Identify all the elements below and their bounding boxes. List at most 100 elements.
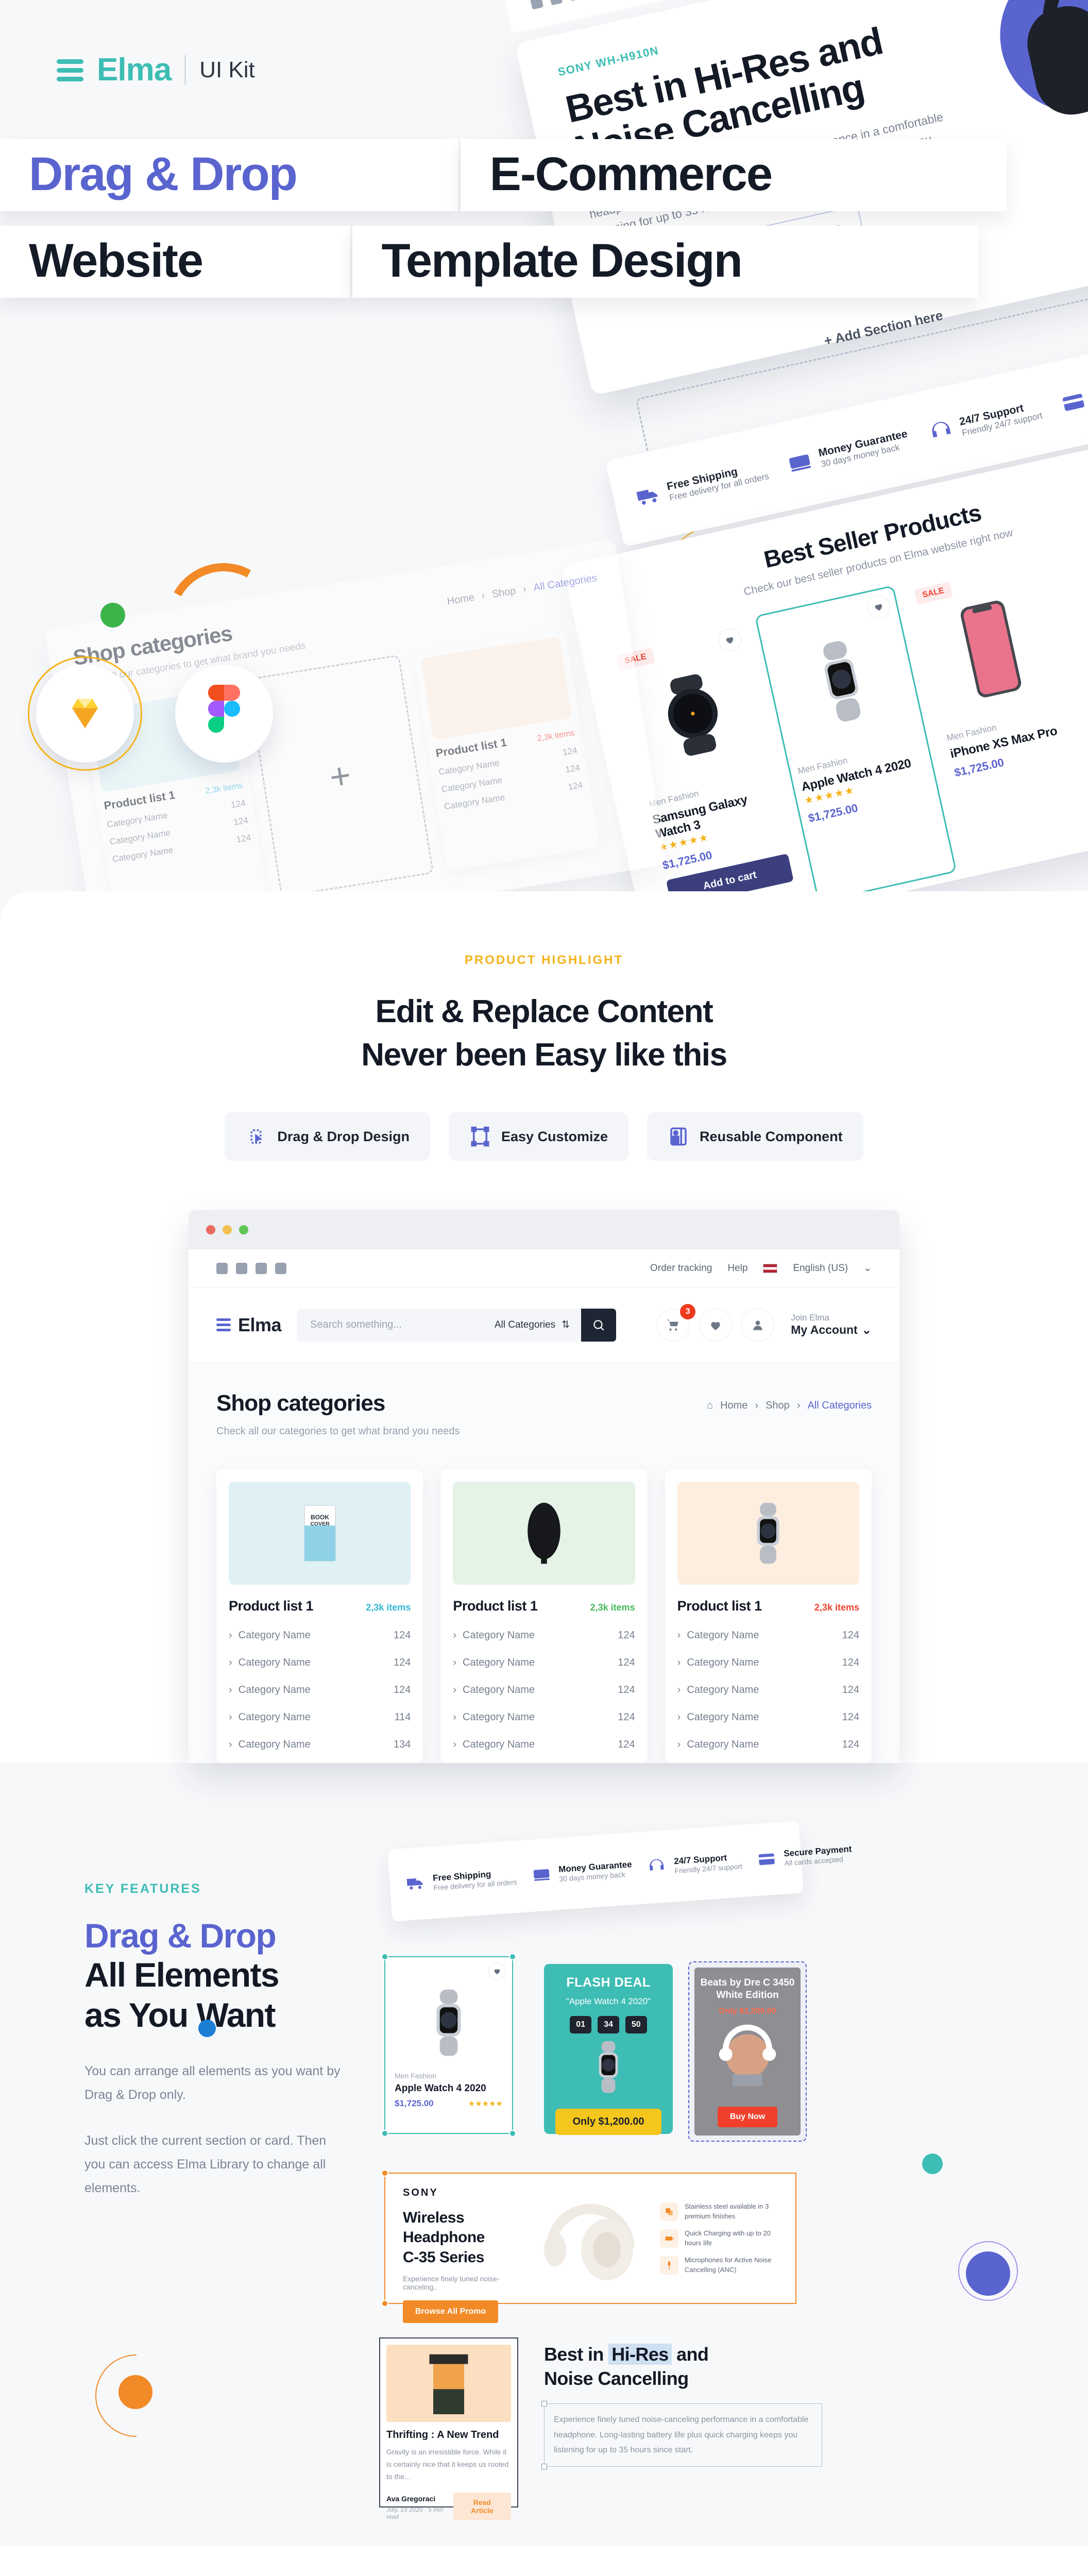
category-row[interactable]: › Category Name 124 [229,1684,411,1696]
hero-title-line-3: Website [0,226,350,298]
beats-model-image [719,2024,776,2086]
countdown-timer: 01 34 50 [555,2016,661,2034]
breadcrumb-home[interactable]: Home [446,591,475,607]
order-tracking-link[interactable]: Order tracking [650,1263,712,1274]
category-card[interactable]: Product list 1 2,3k items › Category Name… [440,1469,648,1764]
hires-paragraph-box[interactable]: Experience finely tuned noise-canceling … [541,2400,822,2469]
category-row[interactable]: › Category Name 124 [453,1657,635,1669]
category-row-label[interactable]: Category Name [438,758,500,777]
category-row[interactable]: › Category Name 124 [453,1630,635,1641]
wishlist-heart-icon[interactable] [488,1962,506,1980]
category-row[interactable]: › Category Name 124 [229,1630,411,1641]
category-count: 124 [842,1711,859,1723]
chevron-right-icon: › [453,1630,456,1641]
breadcrumb-shop[interactable]: Shop [766,1400,790,1412]
service-support: 24/7 Support Friendly 24/7 support [927,398,1043,446]
sony-feature: Stainless steel available in 3 premium f… [660,2202,778,2222]
category-row[interactable]: › Category Name 124 [677,1711,859,1723]
chevron-right-icon: › [677,1657,681,1669]
category-row-label[interactable]: Category Name [109,827,171,847]
category-row-label[interactable]: Category Name [440,775,503,794]
browse-all-promo-button[interactable]: Browse All Promo [403,2300,499,2323]
pill-easy-customize[interactable]: Easy Customize [448,1112,629,1161]
category-card[interactable]: Product list 1 2,3k items › Category Name… [665,1469,872,1764]
category-row-label[interactable]: Category Name [106,810,168,830]
search-button[interactable] [581,1308,617,1342]
category-row[interactable]: › Category Name 124 [677,1739,859,1751]
hamburger-icon[interactable] [57,59,83,81]
instagram-icon[interactable] [275,1262,286,1274]
card-items-count: 2,3k items [590,1602,635,1613]
category-row[interactable]: › Category Name 124 [453,1684,635,1696]
beats-promo-card[interactable]: Beats by Dre C 3450 White Edition Only $… [688,1961,807,2142]
headset-icon [647,1857,667,1877]
shopcat-card[interactable]: Product list 1 2,3k items Category Name 1… [412,628,600,872]
browser-logo[interactable]: Elma [216,1314,282,1336]
search-input[interactable]: Search something... [297,1308,483,1342]
youtube-icon[interactable] [256,1262,267,1274]
component-icon [670,1127,687,1146]
blog-thumbnail [386,2345,511,2422]
brand-name: Elma [97,52,172,88]
category-row[interactable]: › Category Name 124 [677,1684,859,1696]
decor-green-dot [100,603,125,628]
youtube-icon[interactable] [568,0,582,2]
help-link[interactable]: Help [727,1263,747,1274]
add-card-placeholder[interactable]: + [246,654,434,898]
category-select[interactable]: All Categories ⇅ [483,1308,582,1342]
flash-deal-image [555,2033,661,2100]
close-icon[interactable] [206,1225,215,1235]
pill-drag-drop-design[interactable]: Drag & Drop Design [225,1112,430,1161]
category-card[interactable]: BOOK COVER Product list 1 2,3k items › Cat… [216,1469,423,1764]
read-article-button[interactable]: Read Article [453,2492,511,2520]
blog-card[interactable]: Thrifting : A New Trend Gravity is an ir… [379,2337,518,2520]
minimize-icon[interactable] [223,1225,232,1235]
category-count: 124 [393,1684,411,1696]
category-row[interactable]: › Category Name 124 [677,1657,859,1669]
twitter-icon[interactable] [549,0,563,6]
category-label: Category Name [687,1711,759,1723]
category-count: 124 [842,1739,859,1751]
sony-feature-text: Microphones for Active Noise Cancelling … [685,2256,772,2274]
language-selector[interactable]: English (US) [793,1263,848,1274]
category-row-label[interactable]: Category Name [112,845,174,865]
chevron-down-icon[interactable]: ⌄ [863,1262,872,1274]
facebook-icon[interactable] [216,1262,228,1274]
hamburger-icon[interactable] [216,1318,231,1332]
buy-now-button[interactable]: Buy Now [717,2107,778,2128]
maximize-icon[interactable] [239,1225,248,1235]
cart-icon[interactable]: 3 [657,1303,696,1342]
pill-reusable-component[interactable]: Reusable Component [647,1112,863,1161]
user-avatar-icon[interactable] [741,1308,775,1342]
category-row[interactable]: › Category Name 114 [229,1711,411,1723]
category-row[interactable]: › Category Name 124 [677,1630,859,1641]
wishlist-heart-icon[interactable] [699,1308,733,1342]
mockup-social-icons [530,0,601,10]
facebook-icon[interactable] [530,0,544,10]
category-row[interactable]: › Category Name 124 [453,1711,635,1723]
decor-indigo-circle [966,2251,1010,2296]
account-menu[interactable]: Join Elma My Account ⌄ [791,1313,872,1337]
flash-deal-price-button[interactable]: Only $1,200.00 [555,2109,661,2136]
category-row[interactable]: › Category Name 124 [229,1657,411,1669]
category-row-label[interactable]: Category Name [444,792,506,812]
pill-label: Easy Customize [501,1128,608,1144]
twitter-icon[interactable] [236,1262,247,1274]
highlight-eyebrow: PRODUCT HIGHLIGHT [464,953,624,967]
collage-product-card[interactable]: Men Fashion Apple Watch 4 2020 $1,725.00… [381,1953,516,2138]
sony-title-line-1: Wireless Headphone [403,2209,485,2246]
card-items-count: 2,3k items [814,1602,859,1613]
category-row[interactable]: › Category Name 124 [453,1739,635,1751]
category-row-count: 124 [562,745,578,758]
breadcrumb-home[interactable]: Home [720,1400,747,1412]
sony-feature-list: Stainless steel available in 3 premium f… [660,2187,778,2290]
flash-deal-card[interactable]: FLASH DEAL "Apple Watch 4 2020" 01 34 50… [544,1964,673,2136]
breadcrumb-shop[interactable]: Shop [491,585,517,601]
cart-badge: 3 [680,1303,696,1319]
service-free-shipping: Free Shipping Free delivery for all orde… [634,459,770,511]
product-name: Apple Watch 4 2020 [395,2083,486,2094]
page-title: Shop categories [216,1391,385,1416]
shopcat-breadcrumb: Home › Shop › All Categories [446,572,598,607]
category-row[interactable]: › Category Name 134 [229,1739,411,1751]
sony-promo-banner[interactable]: SONY Wireless Headphone C-35 Series Expe… [381,2170,796,2323]
